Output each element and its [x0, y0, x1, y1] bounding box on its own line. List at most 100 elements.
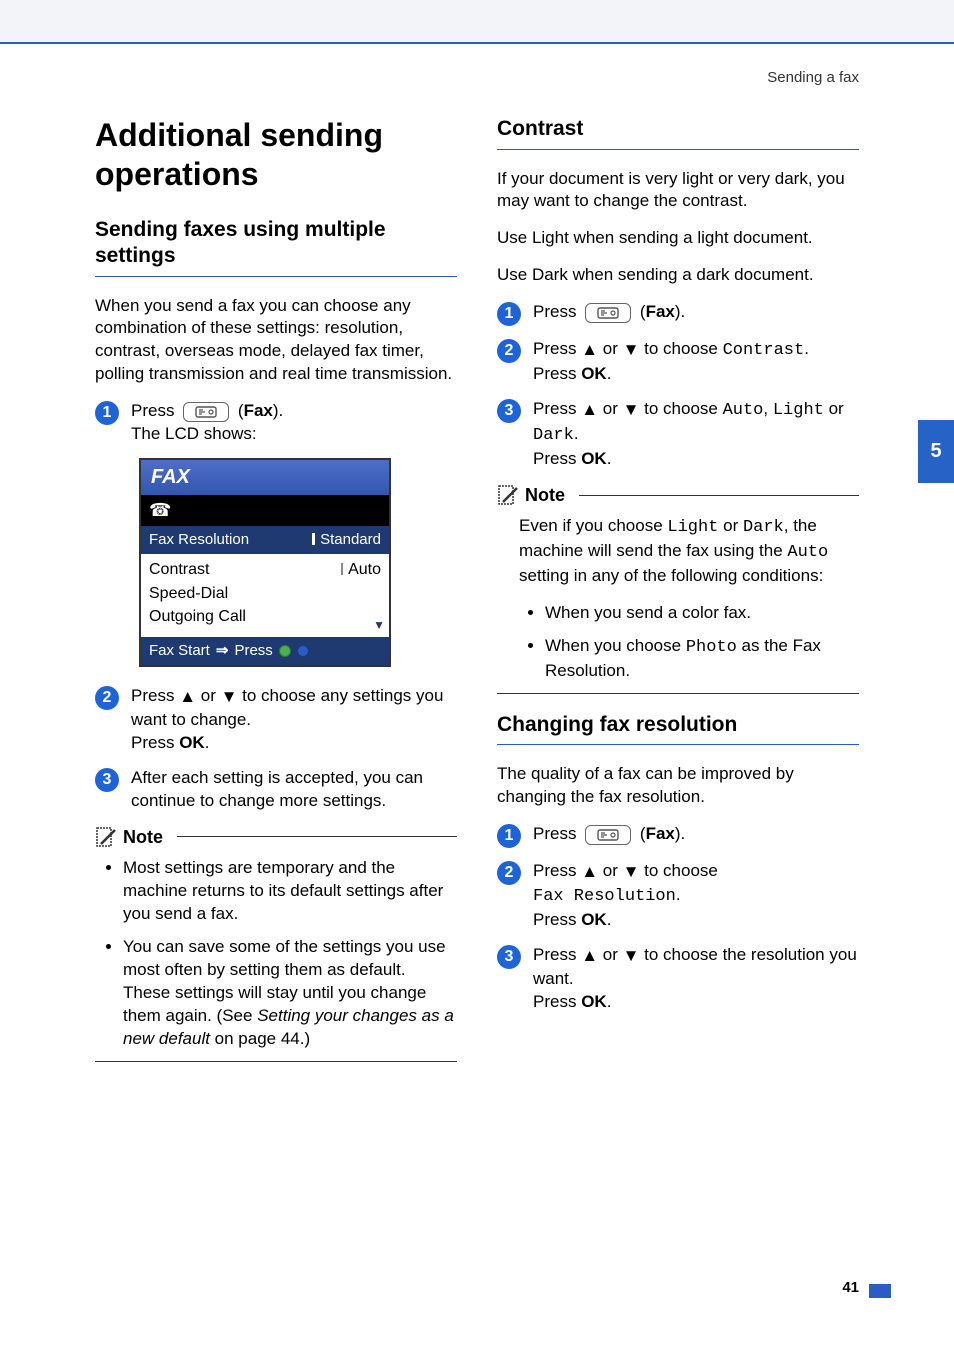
menu-option: Contrast [723, 341, 805, 360]
triangle-down-icon: ▼ [623, 399, 640, 422]
step-3: 3 Press ▲ or ▼ to choose the resolution … [497, 944, 859, 1014]
text: , [763, 399, 772, 418]
menu-option: Photo [686, 638, 737, 657]
triangle-up-icon: ▲ [581, 861, 598, 884]
step-number-badge: 3 [95, 768, 119, 792]
paragraph: Use Light when sending a light document. [497, 227, 859, 250]
rule [579, 495, 859, 496]
fax-button-icon [183, 402, 229, 422]
handset-icon: ☎ [149, 500, 171, 520]
text: . [676, 885, 681, 904]
lcd-row: ContrastAuto [149, 558, 381, 582]
fax-label: Fax [646, 302, 675, 321]
fax-button-icon [585, 303, 631, 323]
left-column: Additional sending operations Sending fa… [95, 116, 457, 1069]
rule [177, 836, 457, 837]
right-column: Contrast If your document is very light … [497, 116, 859, 1069]
step-2: 2 Press ▲ or ▼ to choose Contrast. Press… [497, 338, 859, 386]
step-number-badge: 1 [497, 302, 521, 326]
text: or [598, 861, 623, 880]
lcd-row-value: Standard [312, 530, 381, 550]
step-number-badge: 1 [497, 824, 521, 848]
note-bullet: When you send a color fax. [545, 602, 859, 625]
triangle-up-icon: ▲ [179, 686, 196, 709]
text: . [574, 424, 579, 443]
lcd-row-label: Fax Resolution [149, 530, 249, 550]
text: . [607, 364, 612, 383]
note-bullet: Most settings are temporary and the mach… [123, 857, 457, 926]
text: Press [533, 945, 581, 964]
rule [95, 1061, 457, 1062]
ok-label: OK [581, 910, 607, 929]
blue-dot-icon [297, 645, 309, 657]
step-2: 2 Press ▲ or ▼ to choose Fax Resolution.… [497, 860, 859, 932]
text: Press [533, 302, 581, 321]
text: or [824, 399, 844, 418]
triangle-up-icon: ▲ [581, 399, 598, 422]
text: to choose [639, 399, 722, 418]
step-number-badge: 2 [95, 686, 119, 710]
paragraph: If your document is very light or very d… [497, 168, 859, 214]
paragraph: The quality of a fax can be improved by … [497, 763, 859, 809]
top-banner [0, 0, 954, 44]
text: . [607, 992, 612, 1011]
fax-label: Fax [646, 824, 675, 843]
lcd-screenshot: FAX ☎ Fax Resolution Standard ContrastAu… [139, 458, 391, 667]
text: Press [131, 686, 179, 705]
menu-option: Dark [533, 426, 574, 445]
menu-option: Auto [787, 543, 828, 562]
fax-label: Fax [244, 401, 273, 420]
note-bullet: When you choose Photo as the Fax Resolut… [545, 635, 859, 683]
down-caret-icon: ▼ [373, 617, 385, 633]
text: or [196, 686, 221, 705]
step-2: 2 Press ▲ or ▼ to choose any settings yo… [95, 685, 457, 755]
text: After each setting is accepted, you can … [131, 767, 457, 813]
lcd-icon-row: ☎ [141, 495, 389, 526]
rule [497, 693, 859, 694]
green-dot-icon [279, 645, 291, 657]
chapter-tab: 5 [918, 420, 954, 483]
text: to choose [639, 339, 722, 358]
text: ). [675, 302, 685, 321]
text: . [804, 339, 809, 358]
lcd-row: Outgoing Call [149, 605, 381, 629]
section-heading: Contrast [497, 116, 859, 149]
ok-label: OK [581, 992, 607, 1011]
step-number-badge: 1 [95, 401, 119, 425]
text: Fax Start [149, 641, 210, 661]
lcd-row-label: Outgoing Call [149, 606, 246, 628]
triangle-down-icon: ▼ [623, 945, 640, 968]
note-label: Note [123, 825, 163, 849]
running-header: Sending a fax [0, 44, 954, 88]
text: Press [131, 401, 179, 420]
ok-label: OK [581, 449, 607, 468]
text: Press [533, 992, 581, 1011]
text: When you choose [545, 636, 686, 655]
text: or [598, 339, 623, 358]
fax-button-icon [585, 825, 631, 845]
note-block: Note Most settings are temporary and the… [95, 825, 457, 1062]
text: . [607, 449, 612, 468]
triangle-down-icon: ▼ [221, 686, 238, 709]
text: Press [533, 449, 581, 468]
note-icon [95, 826, 117, 848]
lcd-row: Speed-Dial [149, 582, 381, 606]
section-heading: Changing fax resolution [497, 712, 859, 745]
text: Press [533, 339, 581, 358]
text: or [598, 945, 623, 964]
ok-label: OK [179, 733, 205, 752]
text: The LCD shows: [131, 423, 457, 446]
triangle-up-icon: ▲ [581, 339, 598, 362]
page-number: 41 [842, 1278, 859, 1298]
ok-label: OK [581, 364, 607, 383]
text: Press [533, 861, 581, 880]
lcd-highlight-row: Fax Resolution Standard [141, 526, 389, 554]
lcd-row-label: Speed-Dial [149, 583, 228, 605]
lcd-title: FAX [141, 460, 389, 495]
triangle-down-icon: ▼ [623, 339, 640, 362]
text: Press [234, 641, 272, 661]
step-1: 1 Press (Fax). [497, 301, 859, 326]
step-3: 3 After each setting is accepted, you ca… [95, 767, 457, 813]
arrow-right-icon: ⇒ [216, 641, 229, 661]
step-number-badge: 2 [497, 339, 521, 363]
